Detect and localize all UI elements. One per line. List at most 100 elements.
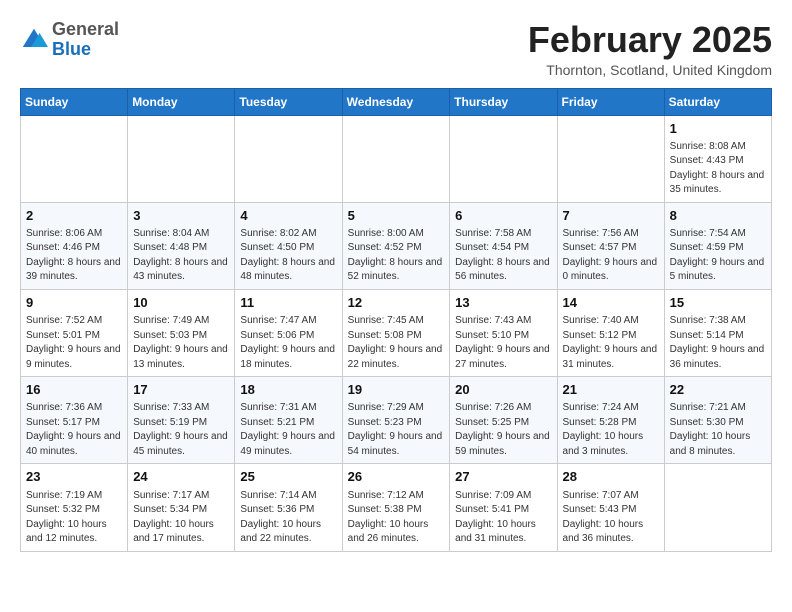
calendar-week-row: 23Sunrise: 7:19 AM Sunset: 5:32 PM Dayli… [21, 464, 772, 551]
calendar-week-row: 9 Sunrise: 7:52 AM Sunset: 5:01 PM Daylig… [21, 289, 772, 376]
table-row: 24 Sunrise: 7:17 AM Sunset: 5:34 PM Dayli… [128, 464, 235, 551]
table-row: 14Sunrise: 7:40 AM Sunset: 5:12 PM Dayli… [557, 289, 664, 376]
day-number: 14 [563, 294, 659, 312]
table-row [664, 464, 771, 551]
calendar-table: Sunday Monday Tuesday Wednesday Thursday… [20, 88, 772, 552]
calendar-week-row: 1 Sunrise: 8:08 AM Sunset: 4:43 PM Daylig… [21, 115, 772, 202]
day-info: Sunrise: 7:43 AM Sunset: 5:10 PM Dayligh… [455, 314, 551, 372]
table-row: 10Sunrise: 7:49 AM Sunset: 5:03 PM Dayli… [128, 289, 235, 376]
table-row: 17 Sunrise: 7:33 AM Sunset: 5:19 PM Dayli… [128, 377, 235, 464]
day-number: 11 [240, 294, 336, 312]
day-info: Sunrise: 7:38 AM Sunset: 5:14 PM Dayligh… [670, 314, 766, 372]
location-subtitle: Thornton, Scotland, United Kingdom [528, 62, 772, 78]
logo-text: General Blue [52, 20, 119, 60]
col-saturday: Saturday [664, 88, 771, 115]
day-info: Sunrise: 7:09 AM Sunset: 5:41 PM Dayligh… [455, 489, 551, 547]
day-number: 5 [348, 207, 445, 225]
day-number: 17 [133, 381, 229, 399]
table-row: 23Sunrise: 7:19 AM Sunset: 5:32 PM Dayli… [21, 464, 128, 551]
day-number: 3 [133, 207, 229, 225]
day-number: 23 [26, 468, 122, 486]
day-info: Sunrise: 8:02 AM Sunset: 4:50 PM Dayligh… [240, 227, 336, 285]
day-info: Sunrise: 8:08 AM Sunset: 4:43 PM Dayligh… [670, 140, 766, 198]
day-info: Sunrise: 7:21 AM Sunset: 5:30 PM Dayligh… [670, 401, 766, 459]
table-row [450, 115, 557, 202]
day-number: 7 [563, 207, 659, 225]
day-number: 27 [455, 468, 551, 486]
day-number: 2 [26, 207, 122, 225]
col-sunday: Sunday [21, 88, 128, 115]
table-row: 3Sunrise: 8:04 AM Sunset: 4:48 PM Daylig… [128, 202, 235, 289]
table-row [128, 115, 235, 202]
day-number: 25 [240, 468, 336, 486]
logo: General Blue [20, 20, 119, 60]
table-row: 1 Sunrise: 8:08 AM Sunset: 4:43 PM Daylig… [664, 115, 771, 202]
day-info: Sunrise: 7:45 AM Sunset: 5:08 PM Dayligh… [348, 314, 445, 372]
day-number: 20 [455, 381, 551, 399]
table-row: 6Sunrise: 7:58 AM Sunset: 4:54 PM Daylig… [450, 202, 557, 289]
calendar-week-row: 16 Sunrise: 7:36 AM Sunset: 5:17 PM Dayli… [21, 377, 772, 464]
table-row: 9 Sunrise: 7:52 AM Sunset: 5:01 PM Daylig… [21, 289, 128, 376]
day-number: 26 [348, 468, 445, 486]
day-info: Sunrise: 7:58 AM Sunset: 4:54 PM Dayligh… [455, 227, 551, 285]
table-row: 27 Sunrise: 7:09 AM Sunset: 5:41 PM Dayli… [450, 464, 557, 551]
table-row: 7 Sunrise: 7:56 AM Sunset: 4:57 PM Daylig… [557, 202, 664, 289]
table-row: 26 Sunrise: 7:12 AM Sunset: 5:38 PM Dayli… [342, 464, 450, 551]
day-info: Sunrise: 7:07 AM Sunset: 5:43 PM Dayligh… [563, 489, 659, 547]
day-number: 19 [348, 381, 445, 399]
table-row: 5 Sunrise: 8:00 AM Sunset: 4:52 PM Daylig… [342, 202, 450, 289]
table-row: 21Sunrise: 7:24 AM Sunset: 5:28 PM Dayli… [557, 377, 664, 464]
col-monday: Monday [128, 88, 235, 115]
day-number: 12 [348, 294, 445, 312]
table-row [557, 115, 664, 202]
day-info: Sunrise: 7:14 AM Sunset: 5:36 PM Dayligh… [240, 489, 336, 547]
day-number: 21 [563, 381, 659, 399]
day-info: Sunrise: 7:17 AM Sunset: 5:34 PM Dayligh… [133, 489, 229, 547]
calendar-week-row: 2 Sunrise: 8:06 AM Sunset: 4:46 PM Daylig… [21, 202, 772, 289]
logo-icon [20, 26, 48, 54]
table-row: 15 Sunrise: 7:38 AM Sunset: 5:14 PM Dayli… [664, 289, 771, 376]
table-row: 8Sunrise: 7:54 AM Sunset: 4:59 PM Daylig… [664, 202, 771, 289]
table-row: 22 Sunrise: 7:21 AM Sunset: 5:30 PM Dayli… [664, 377, 771, 464]
day-number: 10 [133, 294, 229, 312]
day-info: Sunrise: 8:06 AM Sunset: 4:46 PM Dayligh… [26, 227, 122, 285]
table-row: 2 Sunrise: 8:06 AM Sunset: 4:46 PM Daylig… [21, 202, 128, 289]
day-number: 8 [670, 207, 766, 225]
month-title: February 2025 [528, 20, 772, 60]
day-number: 24 [133, 468, 229, 486]
col-wednesday: Wednesday [342, 88, 450, 115]
day-number: 9 [26, 294, 122, 312]
day-info: Sunrise: 7:47 AM Sunset: 5:06 PM Dayligh… [240, 314, 336, 372]
day-number: 1 [670, 120, 766, 138]
day-info: Sunrise: 8:00 AM Sunset: 4:52 PM Dayligh… [348, 227, 445, 285]
logo-blue: Blue [52, 39, 91, 59]
calendar-header-row: Sunday Monday Tuesday Wednesday Thursday… [21, 88, 772, 115]
day-number: 28 [563, 468, 659, 486]
table-row: 16 Sunrise: 7:36 AM Sunset: 5:17 PM Dayli… [21, 377, 128, 464]
col-thursday: Thursday [450, 88, 557, 115]
day-info: Sunrise: 7:12 AM Sunset: 5:38 PM Dayligh… [348, 489, 445, 547]
table-row [342, 115, 450, 202]
table-row: 18 Sunrise: 7:31 AM Sunset: 5:21 PM Dayli… [235, 377, 342, 464]
col-friday: Friday [557, 88, 664, 115]
table-row: 11 Sunrise: 7:47 AM Sunset: 5:06 PM Dayli… [235, 289, 342, 376]
day-number: 4 [240, 207, 336, 225]
logo-general: General [52, 19, 119, 39]
day-info: Sunrise: 7:52 AM Sunset: 5:01 PM Dayligh… [26, 314, 122, 372]
day-number: 18 [240, 381, 336, 399]
table-row [235, 115, 342, 202]
day-number: 22 [670, 381, 766, 399]
col-tuesday: Tuesday [235, 88, 342, 115]
page-header: General Blue February 2025 Thornton, Sco… [20, 20, 772, 78]
table-row: 20Sunrise: 7:26 AM Sunset: 5:25 PM Dayli… [450, 377, 557, 464]
day-info: Sunrise: 7:36 AM Sunset: 5:17 PM Dayligh… [26, 401, 122, 459]
day-number: 16 [26, 381, 122, 399]
table-row: 13Sunrise: 7:43 AM Sunset: 5:10 PM Dayli… [450, 289, 557, 376]
table-row: 19Sunrise: 7:29 AM Sunset: 5:23 PM Dayli… [342, 377, 450, 464]
day-number: 15 [670, 294, 766, 312]
day-info: Sunrise: 7:56 AM Sunset: 4:57 PM Dayligh… [563, 227, 659, 285]
day-info: Sunrise: 7:31 AM Sunset: 5:21 PM Dayligh… [240, 401, 336, 459]
day-info: Sunrise: 7:33 AM Sunset: 5:19 PM Dayligh… [133, 401, 229, 459]
title-block: February 2025 Thornton, Scotland, United… [528, 20, 772, 78]
table-row [21, 115, 128, 202]
